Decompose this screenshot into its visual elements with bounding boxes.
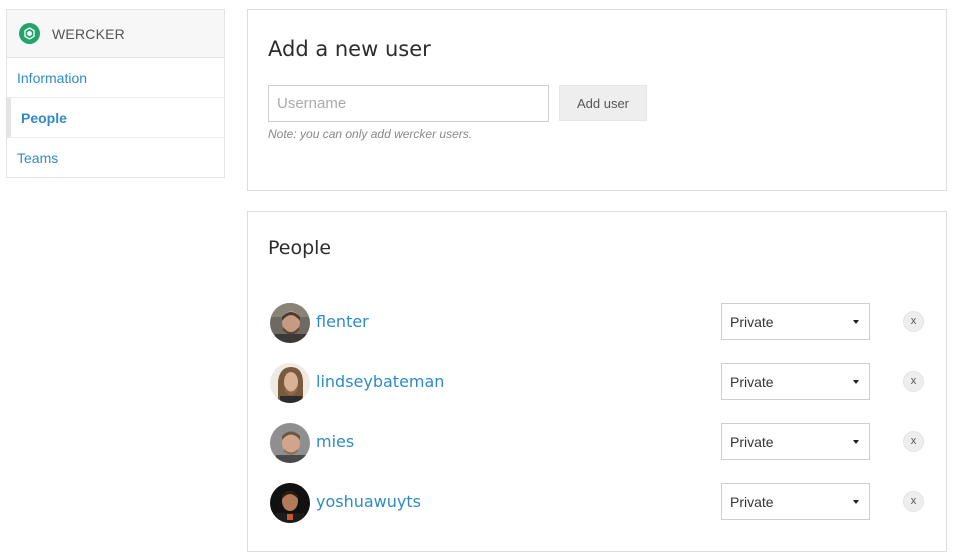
role-select[interactable]: Private [721,303,870,340]
org-name: WERCKER [52,25,125,42]
role-select-value: Private [730,373,774,390]
role-select-value: Private [730,433,774,450]
sidebar-item-label: People [21,109,67,126]
sidebar: WERCKER Information People Teams [6,9,225,178]
user-link[interactable]: lindseybateman [316,372,444,391]
user-row: mies Private x [268,421,928,465]
role-select[interactable]: Private [721,363,870,400]
people-title: People [268,237,332,259]
sidebar-item-teams[interactable]: Teams [7,138,224,177]
role-select-value: Private [730,493,774,510]
sidebar-item-label: Teams [17,149,59,166]
remove-user-button[interactable]: x [903,371,924,392]
avatar[interactable] [270,423,310,463]
sidebar-item-label: Information [17,69,88,86]
add-user-button[interactable]: Add user [559,85,647,121]
user-link[interactable]: flenter [316,312,369,331]
sidebar-item-information[interactable]: Information [7,58,224,98]
wercker-logo-icon [19,23,40,44]
avatar[interactable] [270,363,310,403]
remove-user-button[interactable]: x [903,311,924,332]
caret-down-icon [853,320,859,324]
username-input[interactable] [268,85,549,122]
caret-down-icon [853,500,859,504]
org-header[interactable]: WERCKER [7,10,224,58]
role-select-value: Private [730,313,774,330]
sidebar-item-people[interactable]: People [7,98,224,138]
user-link[interactable]: yoshuawuyts [316,492,421,511]
user-link[interactable]: mies [316,432,354,451]
add-user-title: Add a new user [268,37,431,61]
caret-down-icon [853,440,859,444]
role-select[interactable]: Private [721,483,870,520]
role-select[interactable]: Private [721,423,870,460]
add-user-note: Note: you can only add wercker users. [268,127,473,141]
user-row: flenter Private x [268,301,928,345]
remove-user-button[interactable]: x [903,431,924,452]
user-row: yoshuawuyts Private x [268,481,928,525]
caret-down-icon [853,380,859,384]
add-user-panel: Add a new user Add user Note: you can on… [247,9,947,191]
avatar[interactable] [270,303,310,343]
remove-user-button[interactable]: x [903,491,924,512]
people-panel: People flenter Private x lindseybateman … [247,211,947,552]
user-row: lindseybateman Private x [268,361,928,405]
avatar[interactable] [270,483,310,523]
